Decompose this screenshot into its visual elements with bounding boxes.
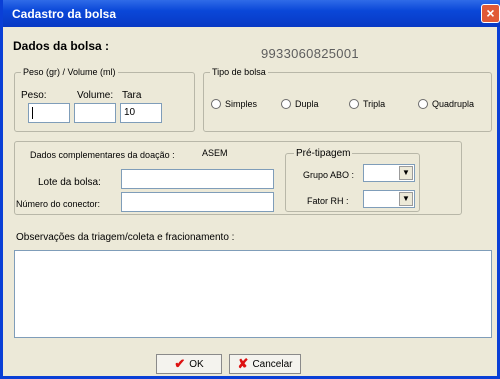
close-icon[interactable]: × (486, 5, 494, 21)
dados-bolsa-heading: Dados da bolsa : (13, 39, 110, 53)
volume-input[interactable] (74, 103, 116, 123)
pre-tipagem-label: Pré-tipagem (294, 148, 353, 159)
radio-icon[interactable] (281, 99, 291, 109)
radio-simples[interactable]: Simples (211, 99, 257, 109)
lote-input[interactable] (121, 169, 274, 189)
conector-input[interactable] (121, 192, 274, 212)
tara-label: Tara (122, 90, 142, 101)
cross-icon: ✘ (237, 356, 249, 371)
peso-volume-group: Peso (gr) / Volume (ml) (14, 67, 195, 132)
ok-button[interactable]: ✔ OK (156, 354, 222, 374)
title-bar[interactable]: Cadastro da bolsa × (3, 0, 500, 27)
tipo-bolsa-group-label: Tipo de bolsa (210, 67, 268, 77)
grupo-abo-select[interactable]: ▼ (363, 164, 415, 182)
radio-tripla[interactable]: Tripla (349, 99, 385, 109)
chevron-down-icon[interactable]: ▼ (399, 166, 413, 180)
grupo-abo-label: Grupo ABO : (303, 170, 355, 180)
fator-rh-select[interactable]: ▼ (363, 190, 415, 208)
fator-rh-label: Fator RH : (307, 196, 349, 206)
radio-tripla-label: Tripla (363, 99, 386, 109)
cancel-button[interactable]: ✘ Cancelar (229, 354, 301, 374)
observacoes-textarea[interactable] (14, 250, 492, 338)
dialog-window: Cadastro da bolsa × Dados da bolsa : 993… (0, 0, 500, 379)
lote-label: Lote da bolsa: (38, 177, 101, 188)
peso-label: Peso: (21, 90, 47, 101)
radio-dupla-label: Dupla (295, 99, 319, 109)
radio-icon[interactable] (349, 99, 359, 109)
radio-quadrupla-label: Quadrupla (432, 99, 475, 109)
radio-icon[interactable] (211, 99, 221, 109)
text-caret (32, 107, 33, 119)
ok-button-label: OK (189, 358, 204, 370)
tara-input[interactable]: 10 (120, 103, 162, 123)
peso-volume-group-label: Peso (gr) / Volume (ml) (21, 67, 118, 77)
radio-dupla[interactable]: Dupla (281, 99, 319, 109)
window-title: Cadastro da bolsa (12, 7, 117, 21)
cancel-button-label: Cancelar (252, 358, 293, 370)
radio-quadrupla[interactable]: Quadrupla (418, 99, 474, 109)
observacoes-label: Observações da triagem/coleta e fraciona… (16, 232, 235, 243)
bolsa-code: 9933060825001 (261, 46, 359, 61)
checkmark-icon: ✔ (174, 356, 186, 371)
close-button[interactable]: × (481, 4, 500, 23)
radio-icon[interactable] (418, 99, 428, 109)
volume-label: Volume: (77, 90, 114, 101)
peso-input[interactable] (28, 103, 70, 123)
source-label: ASEM (202, 148, 228, 158)
conector-label: Número do conector: (16, 199, 101, 209)
dados-complementares-label: Dados complementares da doação : (30, 150, 175, 160)
chevron-down-icon[interactable]: ▼ (399, 192, 413, 206)
radio-simples-label: Simples (225, 99, 258, 109)
